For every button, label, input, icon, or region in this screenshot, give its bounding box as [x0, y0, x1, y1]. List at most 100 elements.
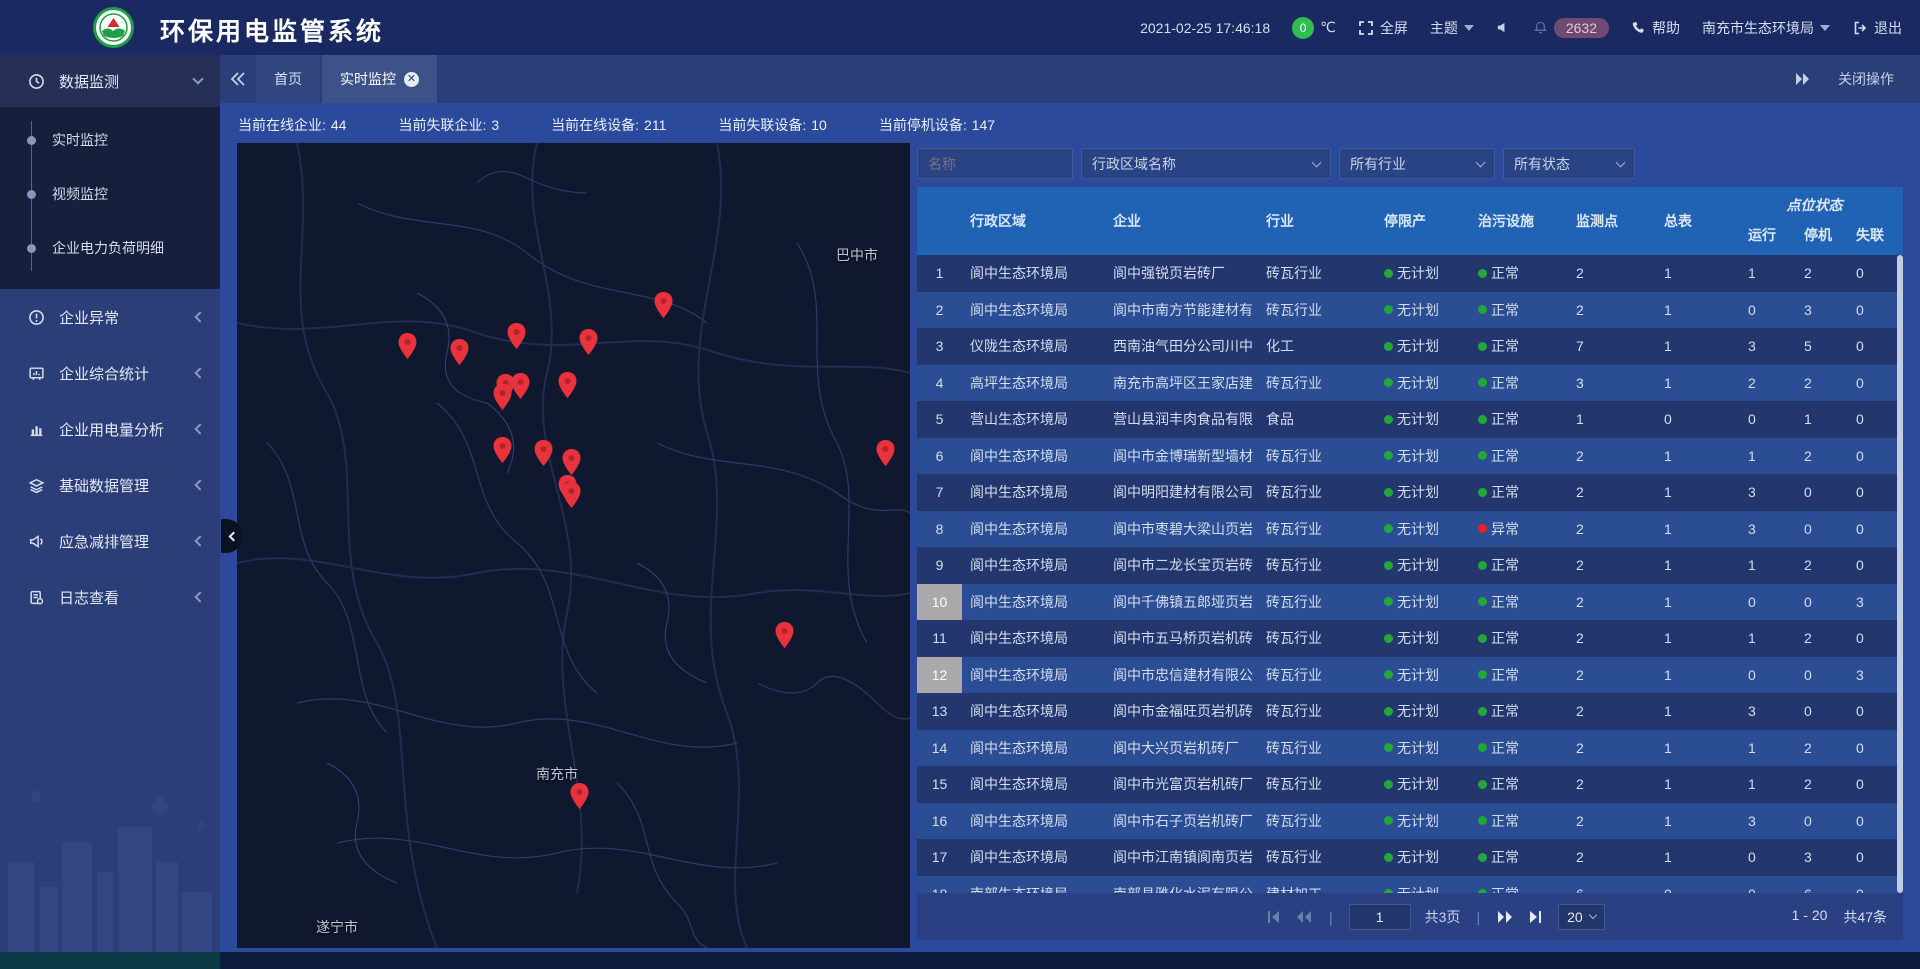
row-index: 4 [917, 365, 962, 402]
cell-meter-count: 1 [1648, 803, 1732, 840]
table-row[interactable]: 2阆中生态环境局阆中市南方节能建材有砖瓦行业无计划正常21030 [917, 292, 1903, 329]
help-button[interactable]: 帮助 [1631, 18, 1680, 38]
map-pin-icon[interactable] [579, 329, 598, 355]
map[interactable]: 巴中市南充市遂宁市 [237, 143, 910, 948]
tab-0[interactable]: 首页 [256, 55, 320, 103]
table-row[interactable]: 8阆中生态环境局阆中市枣碧大梁山页岩砖瓦行业无计划异常21300 [917, 511, 1903, 548]
org-menu[interactable]: 南充市生态环境局 [1702, 18, 1830, 38]
table-row[interactable]: 9阆中生态环境局阆中市二龙长宝页岩砖砖瓦行业无计划正常21120 [917, 547, 1903, 584]
stat-item-0: 当前在线企业:44 [238, 115, 346, 135]
row-index: 5 [917, 401, 962, 438]
sidebar-item-4[interactable]: 基础数据管理 [0, 457, 220, 513]
sidebar-item-6[interactable]: 日志查看 [0, 569, 220, 625]
sidebar-item-label: 日志查看 [59, 587, 182, 608]
map-pin-icon[interactable] [450, 339, 469, 365]
table-row[interactable]: 15阆中生态环境局阆中市光富页岩机砖厂砖瓦行业无计划正常21120 [917, 766, 1903, 803]
industry-filter-select[interactable]: 所有行业 [1339, 148, 1495, 179]
range-label: 1 - 20 [1792, 907, 1828, 927]
fullscreen-button[interactable]: 全屏 [1358, 18, 1408, 38]
cell-monitor-count: 2 [1560, 292, 1648, 329]
cell-stopped-count: 6 [1788, 876, 1840, 894]
sidebar-subitem-2[interactable]: 企业电力负荷明细 [0, 221, 220, 275]
map-pin-icon[interactable] [493, 384, 512, 410]
logout-button[interactable]: 退出 [1852, 18, 1902, 38]
map-pin-icon[interactable] [562, 449, 581, 475]
alert-icon [28, 309, 45, 326]
table-row[interactable]: 5营山生态环境局营山县润丰肉食品有限食品无计划正常10010 [917, 401, 1903, 438]
map-pin-icon[interactable] [493, 437, 512, 463]
cell-facility: 异常 [1462, 511, 1560, 548]
cell-stopped-count: 2 [1788, 547, 1840, 584]
table-row[interactable]: 6阆中生态环境局阆中市金博瑞新型墙材砖瓦行业无计划正常21120 [917, 438, 1903, 475]
cell-meter-count: 0 [1648, 876, 1732, 894]
sidebar-subitem-0[interactable]: 实时监控 [0, 113, 220, 167]
map-pin-icon[interactable] [507, 323, 526, 349]
table-row[interactable]: 1阆中生态环境局阆中强锐页岩砖厂砖瓦行业无计划正常21120 [917, 255, 1903, 292]
page-number-input[interactable] [1349, 904, 1411, 930]
row-index: 13 [917, 693, 962, 730]
close-icon[interactable]: ✕ [404, 72, 419, 87]
page-size-select[interactable]: 20 [1558, 904, 1605, 930]
cell-meter-count: 1 [1648, 438, 1732, 475]
prev-page-button[interactable] [1295, 910, 1313, 924]
table-row[interactable]: 16阆中生态环境局阆中市石子页岩机砖厂砖瓦行业无计划正常21300 [917, 803, 1903, 840]
map-pin-icon[interactable] [654, 292, 673, 318]
table-row[interactable]: 7阆中生态环境局阆中明阳建材有限公司砖瓦行业无计划正常21300 [917, 474, 1903, 511]
status-dot-green [1478, 853, 1487, 862]
city-skyline-decoration [0, 767, 220, 952]
sidebar-subitem-1[interactable]: 视频监控 [0, 167, 220, 221]
name-filter-input[interactable] [917, 148, 1073, 179]
cell-running-count: 3 [1732, 328, 1788, 365]
table-row[interactable]: 13阆中生态环境局阆中市金福旺页岩机砖砖瓦行业无计划正常21300 [917, 693, 1903, 730]
table-row[interactable]: 14阆中生态环境局阆中大兴页岩机砖厂砖瓦行业无计划正常21120 [917, 730, 1903, 767]
cell-industry: 砖瓦行业 [1258, 730, 1368, 767]
cell-company: 西南油气田分公司川中 [1105, 328, 1258, 365]
stat-value: 3 [491, 117, 499, 133]
table-header: 行政区域 企业 行业 停限产 治污设施 监测点 总表 点位状态 运行 停机 失联 [917, 187, 1903, 255]
sidebar-item-5[interactable]: 应急减排管理 [0, 513, 220, 569]
mute-button[interactable] [1496, 20, 1511, 35]
tab-1[interactable]: 实时监控✕ [322, 55, 437, 103]
sidebar-item-1[interactable]: 企业异常 [0, 289, 220, 345]
table-row[interactable]: 10阆中生态环境局阆中千佛镇五郎垭页岩砖瓦行业无计划正常21003 [917, 584, 1903, 621]
next-page-button[interactable] [1496, 910, 1514, 924]
cell-stopped-count: 0 [1788, 803, 1840, 840]
sidebar-item-3[interactable]: 企业用电量分析 [0, 401, 220, 457]
notifications[interactable]: 2632 [1533, 18, 1609, 38]
table-row[interactable]: 4高坪生态环境局南充市高坪区王家店建砖瓦行业无计划正常31220 [917, 365, 1903, 402]
table-row[interactable]: 11阆中生态环境局阆中市五马桥页岩机砖砖瓦行业无计划正常21120 [917, 620, 1903, 657]
cell-production: 无计划 [1368, 620, 1462, 657]
sidebar-item-label: 数据监测 [59, 71, 180, 92]
last-page-button[interactable] [1528, 910, 1544, 924]
map-pin-icon[interactable] [876, 440, 895, 466]
sidebar-item-0[interactable]: 数据监测 [0, 55, 220, 107]
map-pin-icon[interactable] [570, 783, 589, 809]
table-row[interactable]: 3仪陇生态环境局西南油气田分公司川中化工无计划正常71350 [917, 328, 1903, 365]
layers-icon [28, 477, 45, 494]
map-pin-icon[interactable] [558, 372, 577, 398]
sidebar-item-2[interactable]: 企业综合统计 [0, 345, 220, 401]
tab-scroll-left-button[interactable] [220, 55, 256, 103]
map-pin-icon[interactable] [775, 622, 794, 648]
table-row[interactable]: 12阆中生态环境局阆中市忠信建材有限公砖瓦行业无计划正常21003 [917, 657, 1903, 694]
cell-monitor-count: 2 [1560, 547, 1648, 584]
map-pin-icon[interactable] [562, 482, 581, 508]
board-icon [28, 365, 45, 382]
map-pin-icon[interactable] [511, 373, 530, 399]
table-scrollbar[interactable] [1897, 255, 1903, 893]
cell-running-count: 0 [1732, 839, 1788, 876]
region-filter-select[interactable]: 行政区域名称 [1081, 148, 1331, 179]
first-page-button[interactable] [1265, 910, 1281, 924]
cell-region: 阆中生态环境局 [962, 438, 1105, 475]
map-pin-icon[interactable] [398, 333, 417, 359]
cell-industry: 砖瓦行业 [1258, 474, 1368, 511]
table-row[interactable]: 17阆中生态环境局阆中市江南镇阆南页岩砖瓦行业无计划正常21030 [917, 839, 1903, 876]
status-filter-select[interactable]: 所有状态 [1503, 148, 1635, 179]
table-row[interactable]: 18南部生态环境局南部县雅化水泥有限公建材加工无计划正常60060 [917, 876, 1903, 894]
cell-company: 营山县润丰肉食品有限 [1105, 401, 1258, 438]
theme-menu[interactable]: 主题 [1430, 18, 1474, 38]
map-city-label: 遂宁市 [316, 917, 358, 937]
map-pin-icon[interactable] [534, 440, 553, 466]
total-count-label: 共47条 [1843, 907, 1887, 927]
cell-industry: 砖瓦行业 [1258, 839, 1368, 876]
